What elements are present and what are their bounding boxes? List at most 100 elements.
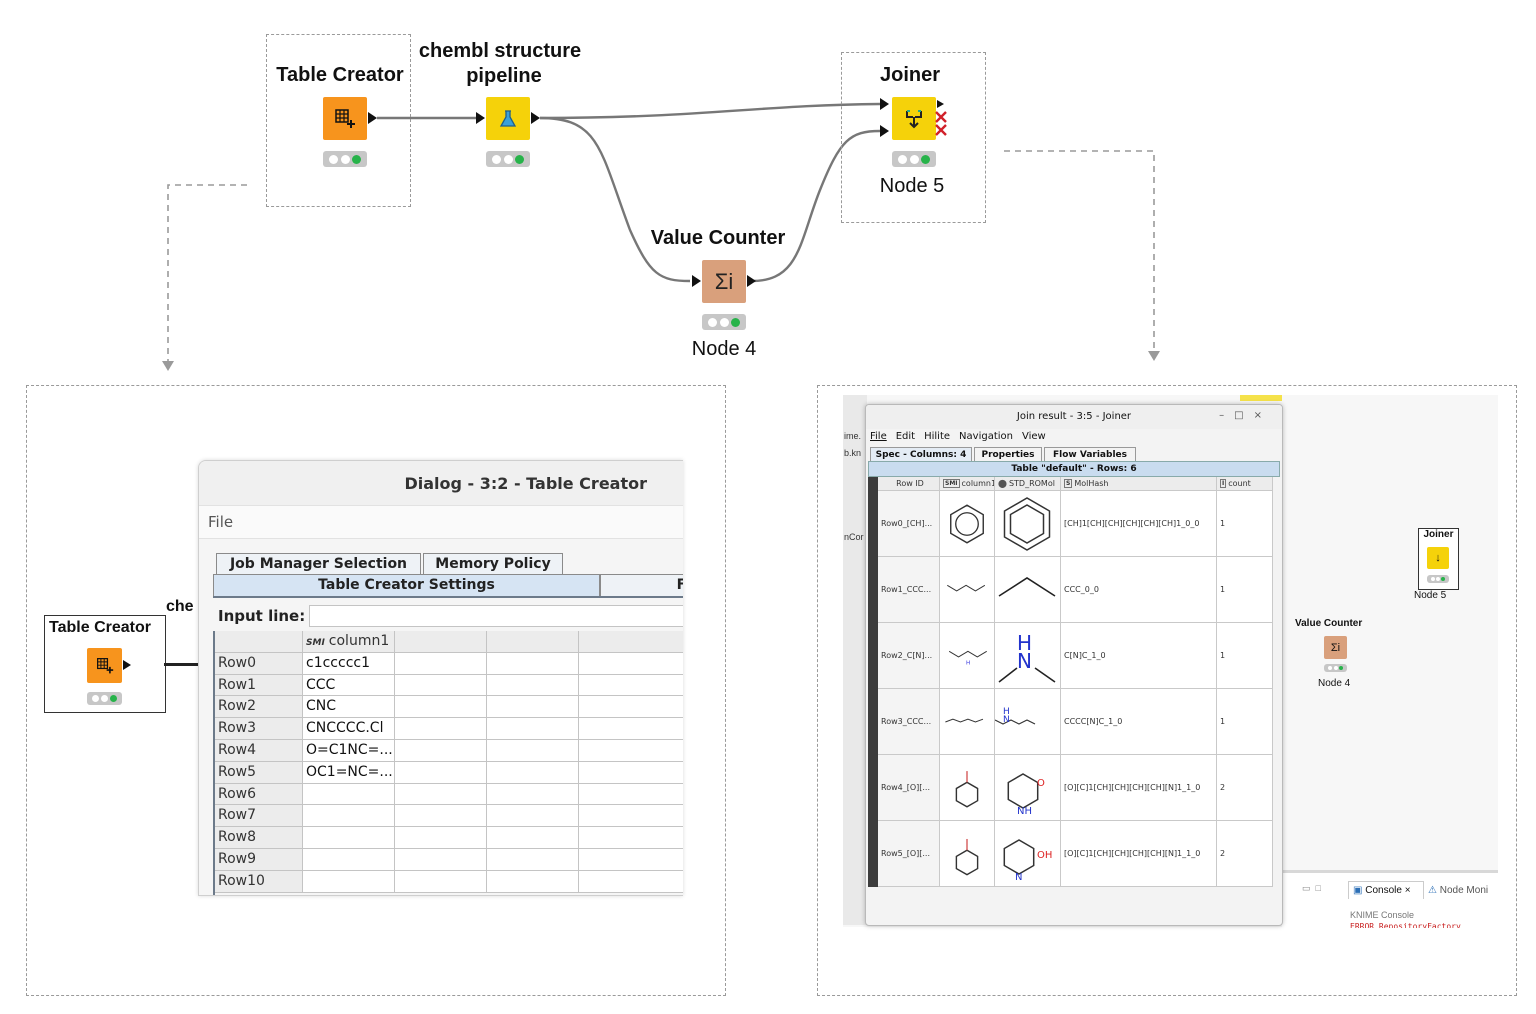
column-header[interactable]: S MolHash — [1061, 477, 1217, 491]
count-cell[interactable]: 2 — [1217, 755, 1273, 821]
molhash-cell[interactable]: CCC_0_0 — [1061, 557, 1217, 623]
empty-cell[interactable] — [579, 674, 683, 697]
empty-cell[interactable] — [395, 740, 487, 762]
count-cell[interactable]: 1 — [1217, 689, 1273, 755]
input-port[interactable] — [692, 275, 701, 287]
row-id[interactable]: Row5_[O][... — [878, 821, 940, 887]
molhash-cell[interactable]: [O][C]1[CH][CH][CH][CH][N]1_1_0 — [1061, 821, 1217, 887]
molecule-thumbnail[interactable] — [940, 689, 995, 755]
molecule-thumbnail[interactable] — [940, 821, 995, 887]
menu-hilite[interactable]: Hilite — [924, 431, 950, 442]
molhash-cell[interactable]: C[N]C_1_0 — [1061, 623, 1217, 689]
empty-cell[interactable] — [579, 783, 683, 806]
molecule-structure[interactable] — [995, 491, 1061, 557]
empty-cell[interactable] — [579, 740, 683, 762]
row-id[interactable]: Row0_[CH]... — [878, 491, 940, 557]
sigma-icon[interactable]: Σi — [1324, 636, 1347, 659]
empty-cell[interactable] — [395, 652, 487, 675]
output-port[interactable] — [937, 100, 944, 108]
mini-node-table-creator[interactable]: Table Creator — [44, 615, 166, 713]
molecule-thumbnail[interactable]: H — [940, 623, 995, 689]
empty-cell[interactable] — [395, 674, 487, 697]
sigma-icon[interactable]: Σi — [702, 260, 746, 303]
molecule-structure[interactable] — [995, 557, 1061, 623]
column-header[interactable]: Row ID — [878, 477, 940, 491]
molecule-thumbnail[interactable] — [940, 557, 995, 623]
window-controls[interactable]: ▭ □ — [1302, 883, 1321, 894]
count-cell[interactable]: 1 — [1217, 623, 1273, 689]
menu-file[interactable]: File — [199, 505, 683, 539]
empty-cell[interactable] — [579, 696, 683, 719]
empty-header[interactable] — [215, 631, 303, 653]
tab-console[interactable]: ▣ Console × — [1348, 881, 1424, 899]
output-port[interactable] — [747, 275, 756, 287]
table-plus-icon[interactable] — [323, 97, 367, 140]
table-plus-icon[interactable] — [87, 648, 122, 683]
molecule-thumbnail[interactable] — [940, 491, 995, 557]
tab-node-monitor[interactable]: ⚠ Node Moni — [1428, 885, 1488, 896]
molecule-structure[interactable]: OH N — [995, 821, 1061, 887]
empty-cell[interactable] — [487, 652, 579, 675]
flask-icon[interactable] — [486, 97, 530, 140]
column-header[interactable]: SMI column1 — [940, 477, 995, 491]
input-port-left[interactable] — [880, 98, 889, 110]
empty-cell[interactable] — [487, 696, 579, 719]
empty-header[interactable] — [579, 631, 683, 653]
empty-cell[interactable] — [579, 870, 683, 893]
molecule-thumbnail[interactable] — [940, 755, 995, 821]
mini-node-joiner[interactable]: Joiner ↓ — [1418, 528, 1459, 590]
cell-column1[interactable] — [303, 849, 395, 871]
molhash-cell[interactable]: [CH]1[CH][CH][CH][CH][CH]1_0_0 — [1061, 491, 1217, 557]
empty-header[interactable] — [487, 631, 579, 653]
empty-cell[interactable] — [579, 805, 683, 828]
column-header[interactable]: ⬤ STD_ROMol — [995, 477, 1061, 491]
tab-properties[interactable]: Properties — [974, 447, 1042, 462]
row-id[interactable]: Row4_[O][... — [878, 755, 940, 821]
input-port[interactable] — [476, 112, 485, 124]
row-id[interactable]: Row2_C[N]... — [878, 623, 940, 689]
count-cell[interactable]: 1 — [1217, 557, 1273, 623]
node-label[interactable]: Node 4 — [676, 338, 772, 361]
cell-column1[interactable] — [303, 870, 395, 893]
tab-flow-variables[interactable]: Flow Variables — [1044, 447, 1136, 462]
molecule-structure[interactable]: O NH — [995, 755, 1061, 821]
tab-spec[interactable]: Spec - Columns: 4 — [870, 447, 972, 462]
menu-navigation[interactable]: Navigation — [959, 431, 1013, 442]
menu-view[interactable]: View — [1022, 431, 1046, 442]
column-header[interactable]: SMI column1 — [303, 631, 395, 653]
empty-cell[interactable] — [487, 718, 579, 740]
empty-cell[interactable] — [395, 718, 487, 740]
cell-column1[interactable]: CNC — [303, 696, 395, 719]
empty-cell[interactable] — [579, 827, 683, 849]
empty-cell[interactable] — [487, 849, 579, 871]
empty-cell[interactable] — [579, 849, 683, 871]
molecule-structure[interactable]: HN — [995, 623, 1061, 689]
input-line-field[interactable] — [309, 605, 683, 627]
window-controls[interactable]: –□× — [1219, 410, 1272, 421]
cell-column1[interactable] — [303, 827, 395, 849]
cell-column1[interactable]: O=C1NC=... — [303, 740, 395, 762]
empty-cell[interactable] — [487, 761, 579, 784]
tab-flow-variables-partial[interactable]: Fl — [600, 574, 683, 597]
tab-table-creator-settings[interactable]: Table Creator Settings — [213, 574, 600, 597]
column-header[interactable]: Icount — [1217, 477, 1273, 491]
joiner-icon[interactable] — [892, 97, 936, 140]
menu-edit[interactable]: Edit — [896, 431, 915, 442]
count-cell[interactable]: 2 — [1217, 821, 1273, 887]
empty-cell[interactable] — [395, 761, 487, 784]
empty-cell[interactable] — [395, 805, 487, 828]
empty-cell[interactable] — [487, 783, 579, 806]
empty-cell[interactable] — [395, 783, 487, 806]
empty-cell[interactable] — [395, 827, 487, 849]
cell-column1[interactable]: OC1=NC=... — [303, 761, 395, 784]
molhash-cell[interactable]: CCCC[N]C_1_0 — [1061, 689, 1217, 755]
empty-cell[interactable] — [487, 674, 579, 697]
node-label[interactable]: Node 5 — [862, 175, 962, 198]
input-port-right[interactable] — [880, 125, 889, 137]
cell-column1[interactable] — [303, 783, 395, 806]
empty-cell[interactable] — [487, 870, 579, 893]
molhash-cell[interactable]: [O][C]1[CH][CH][CH][CH][N]1_1_0 — [1061, 755, 1217, 821]
empty-cell[interactable] — [487, 805, 579, 828]
count-cell[interactable]: 1 — [1217, 491, 1273, 557]
empty-header[interactable] — [395, 631, 487, 653]
